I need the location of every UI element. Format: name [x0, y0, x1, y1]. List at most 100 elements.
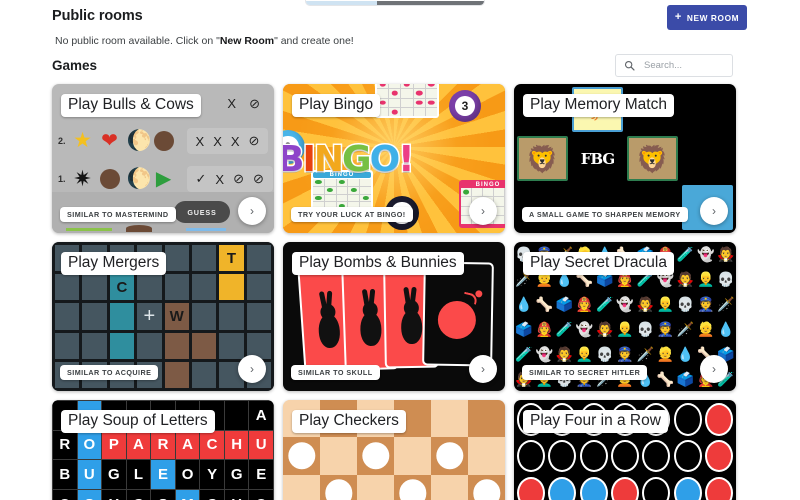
game-card-bombs-and-bunnies[interactable]: Play Bombs & Bunnies SIMILAR TO SKULL ›: [283, 242, 505, 391]
letter-cell: [224, 401, 249, 430]
game-subtitle: A SMALL GAME TO SHARPEN MEMORY: [522, 207, 688, 222]
next-arrow-button[interactable]: ›: [238, 197, 266, 225]
bc-mark: ⊘: [233, 171, 244, 186]
bc-marks-row-1: ✓ X ⊘ ⊘: [186, 166, 273, 192]
checkers-square: [283, 437, 320, 475]
game-card-four-in-a-row[interactable]: Play Four in a Row: [514, 400, 736, 500]
checkers-square: [357, 474, 394, 500]
game-card-secret-dracula[interactable]: 💀👮🗡️👱💧🦴🗳️🧑‍🚒🧪👻🧛🗡️👱💧🦴🗳️🧑‍🚒🧪👻🧛👱‍♂️💀💧🦴🗳️🧑‍🚒…: [514, 242, 736, 391]
bc-guess-row-1: 1. ✷ 🌔 ▶ ✓ X ⊘ ⊘: [58, 162, 273, 196]
emoji-tile: 👱: [697, 320, 715, 337]
guess-button[interactable]: GUESS: [174, 201, 230, 223]
emoji-tile: 👻: [697, 246, 715, 263]
new-room-button[interactable]: + NEW ROOM: [667, 5, 747, 30]
emoji-tile: 👮: [656, 320, 675, 337]
peg-burst-black: ✷: [73, 166, 92, 191]
game-title: Play Checkers: [292, 410, 406, 433]
bc-mark: ⊘: [249, 96, 260, 111]
game-title: Play Mergers: [61, 252, 167, 275]
mergers-tile: T: [219, 245, 244, 272]
checkers-square: [431, 474, 468, 500]
memory-card: FBG: [572, 136, 623, 181]
bingo-letter: B: [283, 139, 306, 180]
letter-cell: L: [126, 460, 151, 489]
bc-marks-row-2: X X X ⊘: [186, 128, 269, 154]
games-row-2: T C + W Play Mergers SIMILAR TO ACQUIRE …: [52, 242, 736, 391]
game-card-bingo[interactable]: BINGO BINGO 9 3 B I N G O ! Play Bingo T…: [283, 84, 505, 233]
checkers-square: [468, 400, 505, 438]
next-arrow-button[interactable]: ›: [238, 355, 266, 383]
next-arrow-button[interactable]: ›: [700, 197, 728, 225]
bc-mark: ✓: [195, 171, 207, 186]
letter-cell: O: [249, 489, 273, 500]
game-card-bulls-and-cows[interactable]: 2. ★ ❤ 🌔 X X X ⊘ 1. ✷ 🌔 ▶ ✓ X ⊘ ⊘ X ⊘ GU…: [52, 84, 274, 233]
connect-four-slot: [547, 439, 576, 474]
emoji-tile: 👻: [616, 296, 634, 313]
game-title: Play Bingo: [292, 94, 381, 117]
game-subtitle: SIMILAR TO ACQUIRE: [60, 365, 159, 380]
next-arrow-button[interactable]: ›: [469, 197, 497, 225]
emoji-tile: 👱‍♂️: [697, 271, 715, 288]
bomb-card: [422, 261, 494, 367]
cut-off-card-right-strip: [377, 1, 484, 5]
memory-card: 🦁: [517, 136, 568, 181]
letter-cell: A: [175, 430, 200, 460]
bunny-icon: [356, 288, 384, 347]
next-arrow-button[interactable]: ›: [700, 355, 728, 383]
letter-cell: E: [249, 460, 273, 489]
letter-cell: E: [151, 460, 175, 489]
games-row-1: 2. ★ ❤ 🌔 X X X ⊘ 1. ✷ 🌔 ▶ ✓ X ⊘ ⊘ X ⊘ GU…: [52, 84, 736, 233]
emoji-tile: 🧛: [596, 320, 614, 337]
checkers-square: [320, 474, 357, 500]
bc-mark: X: [215, 171, 225, 187]
game-card-soup-of-letters[interactable]: AROPARACHUBUGLEOYGEOSYCSMCHO Play Soup o…: [52, 400, 274, 500]
letter-cell: P: [102, 430, 126, 460]
letter-cell: C: [200, 489, 224, 500]
lion-icon: 🦁: [636, 143, 669, 174]
emoji-tile: 💧: [717, 320, 735, 337]
next-arrow-button[interactable]: ›: [469, 355, 497, 383]
cut-off-card-top: [305, 0, 485, 6]
peg-star-yellow: ★: [73, 129, 92, 152]
game-card-memory-match[interactable]: 🐦 🦁 FBG 🦁 Play Memory Match A SM: [514, 84, 736, 233]
bingo-letter: O: [368, 139, 402, 180]
peg-circle-brown: [153, 131, 174, 151]
bc-header-marks: X ⊘: [227, 96, 260, 112]
game-card-mergers[interactable]: T C + W Play Mergers SIMILAR TO ACQUIRE …: [52, 242, 274, 391]
bc-color-strip: [66, 225, 246, 232]
emoji-tile: 🧛: [676, 271, 695, 288]
checkers-square: [394, 474, 431, 500]
games-row-3: AROPARACHUBUGLEOYGEOSYCSMCHO Play Soup o…: [52, 400, 736, 500]
mergers-tile: +: [137, 303, 162, 330]
lion-icon: 🦁: [526, 143, 559, 174]
letter-cell: O: [77, 430, 102, 460]
bc-mark: ⊘: [253, 171, 264, 186]
search-input[interactable]: [642, 59, 724, 72]
emoji-tile: 👻: [535, 345, 553, 362]
peg-heart-red: ❤: [101, 130, 118, 152]
emoji-tile: 💀: [717, 271, 735, 288]
game-subtitle: SIMILAR TO MASTERMIND: [60, 207, 176, 222]
search-box[interactable]: [615, 54, 733, 77]
no-public-rooms-message: No public room available. Click on "New …: [55, 35, 354, 47]
checkers-square: [468, 474, 505, 500]
game-title: Play Four in a Row: [523, 410, 668, 433]
checkers-square: [283, 474, 320, 500]
game-subtitle: TRY YOUR LUCK AT BINGO!: [291, 207, 413, 222]
emoji-tile: 👱‍♂️: [616, 320, 634, 337]
game-card-checkers[interactable]: Play Checkers: [283, 400, 505, 500]
emoji-tile: 🧛: [636, 296, 654, 313]
bc-mark: X: [230, 133, 240, 149]
game-title: Play Bulls & Cows: [61, 94, 201, 117]
connect-four-slot: [642, 439, 671, 474]
memory-card: [682, 136, 733, 181]
emoji-tile: 🧑‍🚒: [575, 296, 594, 313]
strip-blue: [186, 228, 226, 231]
connect-four-slot: [705, 476, 734, 500]
emoji-tile: 👱: [656, 345, 675, 362]
memory-card: 🦁: [627, 136, 678, 181]
peg-moon-blue: 🌔: [126, 130, 152, 152]
bingo-card-grid: [377, 84, 437, 116]
bingo-letter: N: [312, 139, 345, 180]
checkers-square: [431, 400, 468, 438]
